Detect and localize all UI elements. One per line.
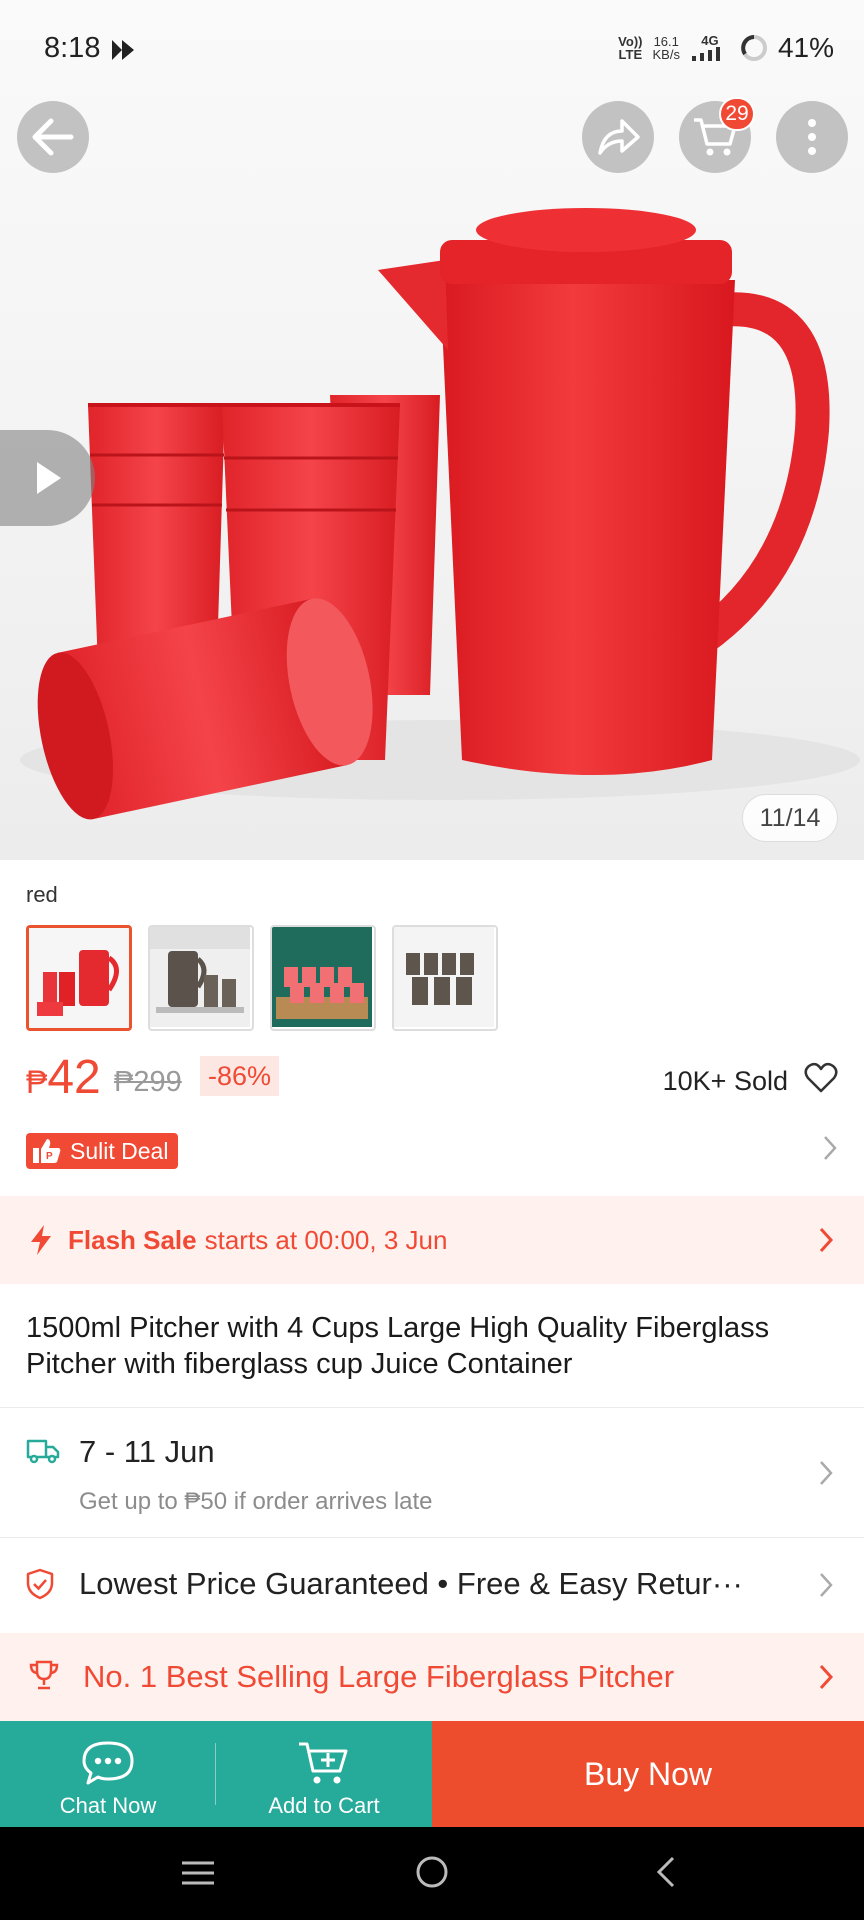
variant-thumbnail-4[interactable] [392, 925, 498, 1031]
product-image-carousel[interactable]: 29 11/14 [0, 0, 864, 860]
chevron-right-icon [824, 1136, 837, 1160]
thumbnail-image [394, 927, 494, 1027]
currency-symbol: ₱ [26, 1064, 48, 1100]
discount-badge: -86% [200, 1056, 280, 1096]
variant-thumbnail-2[interactable] [148, 925, 254, 1031]
bestseller-banner[interactable]: No. 1 Best Selling Large Fiberglass Pitc… [0, 1633, 864, 1721]
thumbs-up-icon: P [33, 1139, 61, 1163]
cart-count-badge: 29 [719, 97, 755, 131]
buy-now-button[interactable]: Buy Now [432, 1721, 864, 1827]
bottom-action-bar: Chat Now Add to Cart Buy Now [0, 1721, 864, 1827]
variant-thumbnails [26, 925, 498, 1031]
bestseller-text: No. 1 Best Selling Large Fiberglass Pitc… [83, 1659, 675, 1694]
guarantee-row[interactable]: Lowest Price Guaranteed • Free & Easy Re… [0, 1538, 864, 1630]
deal-row[interactable]: P Sulit Deal [26, 1133, 838, 1169]
thumbnail-image [29, 928, 129, 1028]
back-nav-icon[interactable] [655, 1855, 677, 1889]
svg-text:P: P [46, 1151, 53, 1162]
cart-plus-icon [299, 1742, 348, 1784]
more-options-button[interactable] [776, 101, 848, 173]
thumbnail-image [150, 927, 250, 1027]
volte-indicator: Vo)) LTE [618, 35, 642, 61]
original-price: ₱299 [114, 1066, 182, 1098]
variant-label: red [26, 882, 58, 907]
chevron-right-icon [819, 1227, 834, 1253]
image-counter: 11/14 [742, 794, 838, 842]
variant-thumbnail-3[interactable] [270, 925, 376, 1031]
sulit-deal-badge: P Sulit Deal [26, 1133, 179, 1169]
speed-unit: KB/s [652, 47, 680, 62]
add-to-cart-button[interactable]: Add to Cart [216, 1721, 432, 1827]
lightning-icon [31, 1225, 51, 1255]
truck-icon [26, 1439, 60, 1464]
battery-icon [740, 35, 767, 61]
product-image [20, 208, 860, 820]
chevron-right-icon [820, 1573, 833, 1597]
system-navigation-bar [0, 1827, 864, 1920]
play-icon [36, 462, 61, 494]
variant-thumbnail-1[interactable] [26, 925, 132, 1031]
price-row: ₱42 ₱299 -86% 10K+ Sold [26, 1050, 838, 1110]
product-title: 1500ml Pitcher with 4 Cups Large High Qu… [26, 1312, 770, 1380]
add-to-cart-label: Add to Cart [268, 1793, 380, 1818]
heart-icon[interactable] [804, 1062, 838, 1094]
home-icon[interactable] [415, 1855, 449, 1889]
current-price-value: 42 [47, 1051, 101, 1104]
share-button[interactable] [582, 101, 654, 173]
media-playing-icon [112, 40, 134, 60]
arrow-left-icon [32, 118, 74, 156]
chat-now-button[interactable]: Chat Now [0, 1721, 217, 1827]
flash-sale-banner[interactable]: Flash Sale starts at 00:00, 3 Jun [0, 1196, 864, 1284]
chat-bubble-icon [82, 1741, 134, 1785]
status-time: 8:18 [44, 32, 101, 64]
delivery-row[interactable]: 7 - 11 Jun Get up to ₱50 if order arrive… [0, 1408, 864, 1536]
chat-now-label: Chat Now [59, 1793, 157, 1818]
shield-check-icon [26, 1568, 54, 1600]
more-vertical-icon [808, 119, 816, 155]
sold-count: 10K+ Sold [662, 1066, 788, 1096]
network-type: 4G [701, 32, 719, 48]
thumbnail-image [272, 927, 372, 1027]
battery-percent: 41% [777, 32, 834, 63]
status-bar: 8:18 Vo)) LTE 16.1 KB/s 4G 41% [0, 0, 864, 100]
late-delivery-note: Get up to ₱50 if order arrives late [79, 1488, 433, 1515]
chevron-right-icon [820, 1461, 833, 1485]
chevron-right-icon [819, 1664, 834, 1690]
signal-indicator: 4G [690, 34, 730, 63]
signal-icon [691, 46, 720, 61]
flash-sale-title: Flash Sale [68, 1224, 197, 1255]
delivery-date: 7 - 11 Jun [79, 1434, 215, 1469]
network-speed: 16.1 KB/s [652, 35, 679, 61]
current-price: ₱42 [26, 1050, 101, 1105]
cart-button[interactable]: 29 [679, 97, 755, 173]
flash-sale-subtitle: starts at 00:00, 3 Jun [204, 1224, 448, 1255]
guarantee-text: Lowest Price Guaranteed • Free & Easy Re… [79, 1566, 743, 1601]
play-video-button[interactable] [0, 430, 95, 526]
recent-apps-icon[interactable] [180, 1859, 216, 1887]
volte-line2: LTE [618, 47, 643, 62]
buy-now-label: Buy Now [583, 1755, 713, 1792]
back-button[interactable] [17, 101, 89, 173]
deal-label: Sulit Deal [70, 1137, 169, 1164]
share-icon [598, 119, 640, 155]
trophy-icon [29, 1660, 59, 1690]
